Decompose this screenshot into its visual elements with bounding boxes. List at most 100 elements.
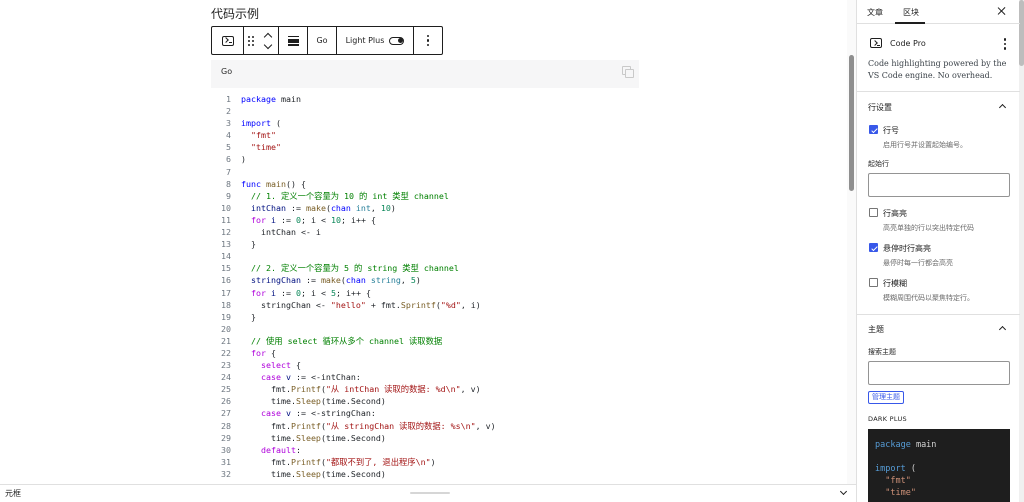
drag-handle-icon (248, 35, 254, 46)
hover-highlight-label[interactable]: 悬停时行高亮 (883, 243, 931, 254)
code-text: package main (241, 94, 301, 104)
code-text: time.Sleep(time.Second) (241, 396, 386, 407)
theme-toggle-button[interactable]: Light Plus (337, 27, 414, 54)
editor-scroll-thumb[interactable] (849, 55, 854, 191)
active-tab-indicator (895, 22, 925, 24)
code-line: 1 package main (211, 93, 639, 105)
code-text: default: (260, 444, 301, 455)
code-text: fmt.Printf("从 intChan 读取的数据: %d\n", v) (241, 384, 481, 395)
copy-icon[interactable] (622, 66, 634, 78)
code-line: 20 (211, 323, 639, 335)
chevron-up-icon[interactable] (998, 325, 1007, 334)
code-text: select { (260, 360, 301, 371)
chevron-up-icon[interactable] (998, 103, 1007, 112)
tab-block[interactable]: 区块 (903, 7, 919, 18)
line-blur-checkbox[interactable] (869, 278, 878, 287)
line-number: 25 (221, 384, 231, 395)
code-line: 12 intChan <- i (211, 226, 639, 238)
line-numbers-label[interactable]: 行号 (883, 125, 899, 136)
code-line: 26 time.Sleep(time.Second) (211, 395, 639, 407)
block-card: Code Pro Code highlighting powered by th… (857, 25, 1020, 92)
line-number: 15 (221, 263, 231, 274)
manage-themes-button[interactable]: 管理主题 (868, 391, 904, 404)
block-type-button[interactable] (212, 27, 244, 54)
code-text: stringChan <- "hello" + fmt.Sprintf("%d"… (241, 299, 481, 310)
line-number: 13 (221, 239, 231, 250)
panel-heading-theme[interactable]: 主题 (868, 324, 884, 335)
language-button[interactable]: Go (308, 27, 337, 54)
line-number: 21 (221, 335, 231, 346)
code-block[interactable]: Go 1 package main 2 3 import (4 "fmt" 5 "time… (211, 60, 639, 484)
drag-handle[interactable] (244, 27, 258, 54)
line-number: 1 (226, 94, 231, 104)
code-line: 11 for i := 0; i < 10; i++ { (211, 214, 639, 226)
code-line: 29 time.Sleep(time.Second) (211, 432, 639, 444)
line-number: 8 (226, 178, 231, 189)
code-text: func main() { (241, 178, 306, 189)
code-line: 6) (211, 153, 639, 165)
code-body[interactable]: 1 package main 2 3 import (4 "fmt" 5 "time" 6)… (211, 88, 639, 484)
close-icon[interactable] (996, 6, 1006, 16)
align-button[interactable] (279, 27, 308, 54)
code-line: 22 for { (211, 347, 639, 359)
page-title[interactable]: 代码示例 (211, 5, 259, 22)
hover-highlight-help: 悬停时每一行都会高亮 (883, 259, 953, 267)
code-text: } (241, 311, 256, 322)
footer-bar: 元框 (0, 484, 856, 502)
start-line-input[interactable] (868, 173, 1010, 197)
code-line: 27 case v := <-stringChan: (211, 407, 639, 419)
line-number: 28 (221, 420, 231, 431)
line-number: 12 (221, 227, 231, 238)
settings-sidebar: 文章 区块 Code Pro Code highlighting powered… (856, 0, 1024, 502)
code-text: case v := <-stringChan: (260, 408, 376, 419)
line-number: 9 (226, 190, 231, 201)
breadcrumb[interactable]: 元框 (5, 488, 21, 499)
line-number: 5 (226, 142, 231, 153)
hover-highlight-checkbox[interactable] (869, 243, 878, 252)
code-line: 10 intChan := make(chan int, 10) (211, 202, 639, 214)
line-number: 18 (221, 299, 231, 310)
line-highlight-label[interactable]: 行高亮 (883, 208, 907, 219)
block-description: Code highlighting powered by the VS Code… (868, 59, 1007, 80)
theme-search-input[interactable] (868, 361, 1010, 385)
line-blur-label[interactable]: 行模糊 (883, 278, 907, 289)
more-vertical-icon[interactable] (1003, 38, 1006, 50)
line-number: 23 (221, 360, 231, 371)
code-text: time.Sleep(time.Second) (241, 468, 386, 479)
theme-preview[interactable]: package main import ( "fmt" "time" (868, 429, 1010, 502)
code-text: fmt.Printf("从 stringChan 读取的数据: %s\n", v… (241, 420, 496, 431)
code-line: 30 default: (211, 444, 639, 456)
code-text: "fmt" (251, 130, 276, 141)
more-options-button[interactable] (414, 27, 442, 54)
code-text: // 1. 定义一个容量为 10 的 int 类型 channel (251, 190, 449, 201)
resize-handle[interactable] (410, 492, 450, 494)
line-highlight-checkbox[interactable] (869, 208, 878, 217)
editor-canvas: 代码示例 Go Light Plus Go 1 package main 2 3 imp… (0, 0, 847, 484)
line-number: 17 (221, 287, 231, 298)
code-language-label: Go (221, 67, 233, 76)
terminal-icon (870, 38, 882, 48)
panel-heading-line-settings[interactable]: 行设置 (868, 102, 892, 113)
line-number: 24 (221, 372, 231, 383)
more-vertical-icon (426, 34, 430, 47)
tab-article[interactable]: 文章 (867, 7, 883, 18)
preview-code-line: import ( (875, 464, 916, 474)
line-numbers-checkbox[interactable] (869, 125, 878, 134)
chevron-down-icon[interactable] (839, 487, 848, 496)
line-number: 16 (221, 275, 231, 286)
sidebar-tabs: 文章 区块 (857, 0, 1020, 24)
code-text: case v := <-intChan: (260, 372, 361, 383)
move-up-icon[interactable] (263, 32, 273, 41)
code-text: "time" (251, 142, 281, 153)
code-line: 17 for i := 0; i < 5; i++ { (211, 287, 639, 299)
editor-scrollbar[interactable] (847, 0, 856, 484)
code-line: 5 "time" (211, 141, 639, 153)
code-text: for i := 0; i < 10; i++ { (251, 214, 376, 225)
code-line: 3 import ( (211, 117, 639, 129)
code-line: 8 func main() { (211, 178, 639, 190)
move-down-icon[interactable] (263, 40, 273, 49)
code-line: 21 // 使用 select 循环从多个 channel 读取数据 (211, 335, 639, 347)
block-toolbar: Go Light Plus (211, 26, 443, 55)
